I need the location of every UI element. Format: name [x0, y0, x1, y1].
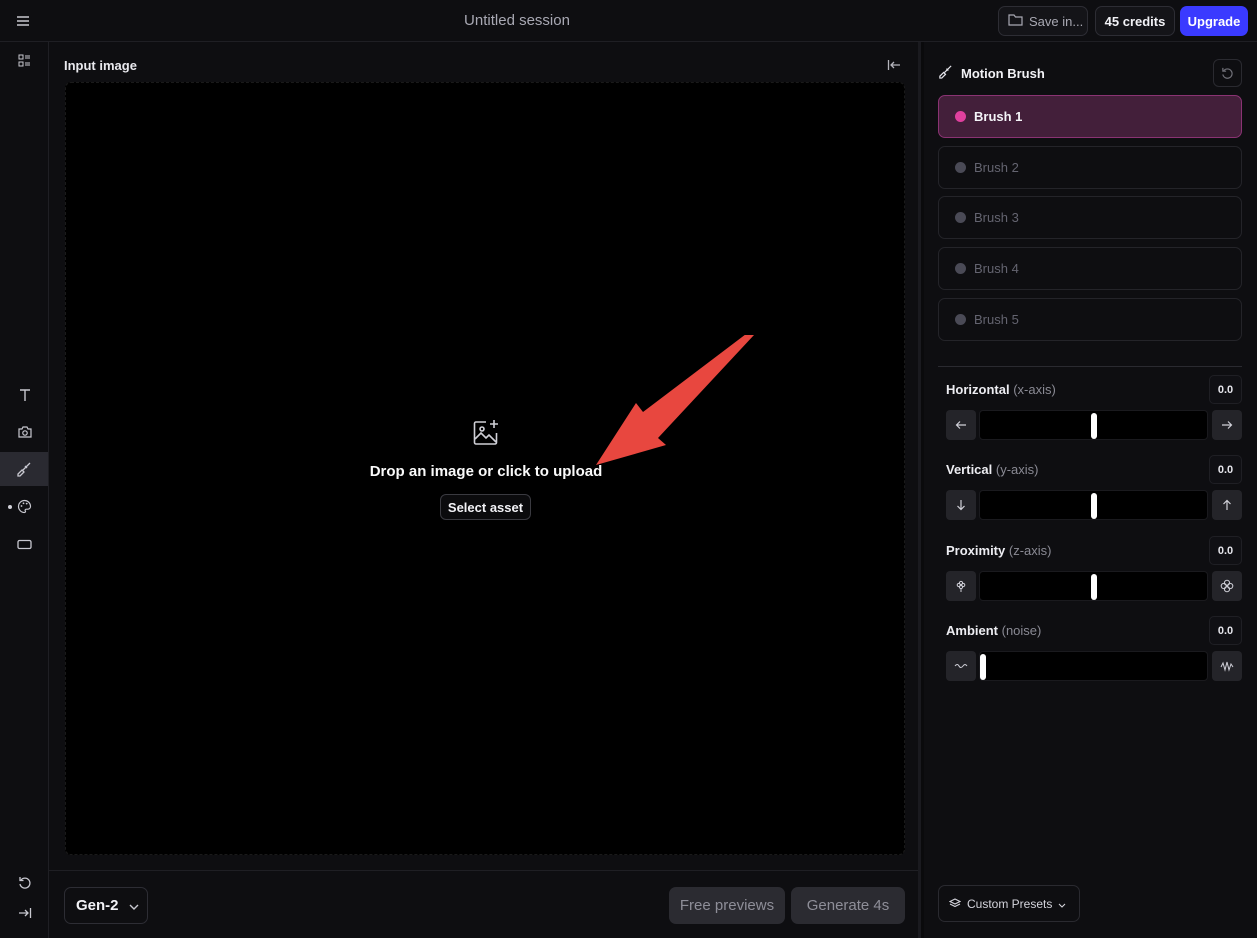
- brush-label: Brush 3: [974, 210, 1019, 225]
- bottom-bar: Gen-2 Free previews Generate 4s: [49, 870, 918, 938]
- image-dropzone[interactable]: Drop an image or click to upload Select …: [65, 82, 905, 855]
- expand-icon[interactable]: [12, 900, 37, 925]
- brush-label: Brush 4: [974, 261, 1019, 276]
- param-sub: (x-axis): [1013, 382, 1056, 397]
- divider: [938, 366, 1242, 367]
- brush-color-dot: [955, 162, 966, 173]
- param-name: Ambient: [946, 623, 998, 638]
- slider-thumb[interactable]: [980, 654, 986, 680]
- param-name: Horizontal: [946, 382, 1010, 397]
- custom-presets-button[interactable]: Custom Presets: [938, 885, 1080, 922]
- horizontal-label: Horizontal (x-axis): [946, 382, 1056, 397]
- app-root: Untitled session Save in... 45 credits U…: [0, 0, 1257, 938]
- horizontal-slider[interactable]: [979, 410, 1208, 440]
- motion-brush-title: Motion Brush: [961, 65, 1045, 81]
- proximity-slider[interactable]: [979, 571, 1208, 601]
- brush-item-4[interactable]: Brush 4: [938, 247, 1242, 290]
- brush-label: Brush 5: [974, 312, 1019, 327]
- ambient-slider[interactable]: [979, 651, 1208, 681]
- motion-brush-panel: Motion Brush Brush 1 Brush 2 Brush 3 Bru…: [924, 42, 1257, 938]
- param-sub: (z-axis): [1008, 543, 1052, 558]
- credits-badge[interactable]: 45 credits: [1095, 6, 1175, 36]
- arrow-left-icon[interactable]: [946, 410, 976, 440]
- flower-large-icon[interactable]: [1212, 571, 1242, 601]
- input-image-label: Input image: [64, 58, 137, 73]
- upgrade-button[interactable]: Upgrade: [1180, 6, 1248, 36]
- vertical-label: Vertical (y-axis): [946, 462, 1039, 477]
- tool-rail: [0, 42, 49, 938]
- brush-item-1[interactable]: Brush 1: [938, 95, 1242, 138]
- save-in-button[interactable]: Save in...: [998, 6, 1088, 36]
- ambient-label: Ambient (noise): [946, 623, 1041, 638]
- main-panel: Input image Drop an image or click to up…: [49, 42, 921, 938]
- wave-low-icon[interactable]: [946, 651, 976, 681]
- param-name: Proximity: [946, 543, 1006, 558]
- flower-small-icon[interactable]: [946, 571, 976, 601]
- slider-thumb[interactable]: [1091, 413, 1097, 439]
- generate-button[interactable]: Generate 4s: [791, 887, 905, 924]
- top-bar: Untitled session Save in... 45 credits U…: [0, 0, 1257, 42]
- undo-icon[interactable]: [12, 870, 37, 895]
- brush-item-2[interactable]: Brush 2: [938, 146, 1242, 189]
- chevron-down-icon: [129, 897, 139, 914]
- brush-icon[interactable]: [0, 452, 48, 486]
- wave-high-icon[interactable]: [1212, 651, 1242, 681]
- camera-icon[interactable]: [12, 419, 37, 444]
- param-name: Vertical: [946, 462, 993, 477]
- image-add-icon: [471, 418, 501, 448]
- brush-item-5[interactable]: Brush 5: [938, 298, 1242, 341]
- collapse-icon[interactable]: [885, 56, 903, 74]
- brush-color-dot: [955, 111, 966, 122]
- slider-thumb[interactable]: [1091, 493, 1097, 519]
- brush-label: Brush 1: [974, 109, 1023, 124]
- model-label: Gen-2: [76, 897, 119, 914]
- horizontal-value[interactable]: 0.0: [1209, 375, 1242, 404]
- brush-icon: [938, 64, 953, 82]
- param-sub: (y-axis): [995, 462, 1039, 477]
- layers-icon: [948, 897, 962, 911]
- custom-presets-label: Custom Presets: [967, 896, 1053, 911]
- motion-brush-header: Motion Brush: [938, 64, 1045, 82]
- select-asset-button[interactable]: Select asset: [440, 494, 531, 520]
- brush-label: Brush 2: [974, 160, 1019, 175]
- free-previews-button[interactable]: Free previews: [669, 887, 785, 924]
- brush-color-dot: [955, 314, 966, 325]
- rectangle-icon[interactable]: [12, 532, 37, 557]
- session-title[interactable]: Untitled session: [0, 12, 1034, 29]
- ambient-value[interactable]: 0.0: [1209, 616, 1242, 645]
- vertical-slider[interactable]: [979, 490, 1208, 520]
- save-in-label: Save in...: [1029, 13, 1084, 29]
- proximity-label: Proximity (z-axis): [946, 543, 1051, 558]
- arrow-down-icon[interactable]: [946, 490, 976, 520]
- brush-color-dot: [955, 212, 966, 223]
- folder-icon: [1008, 13, 1023, 29]
- palette-icon[interactable]: [12, 494, 37, 519]
- layout-icon[interactable]: [12, 48, 37, 73]
- arrow-up-icon[interactable]: [1212, 490, 1242, 520]
- brush-item-3[interactable]: Brush 3: [938, 196, 1242, 239]
- model-selector[interactable]: Gen-2: [64, 887, 148, 924]
- reset-icon[interactable]: [1213, 59, 1242, 87]
- vertical-value[interactable]: 0.0: [1209, 455, 1242, 484]
- text-icon[interactable]: [12, 382, 37, 407]
- slider-thumb[interactable]: [1091, 574, 1097, 600]
- param-sub: (noise): [1001, 623, 1042, 638]
- brush-color-dot: [955, 263, 966, 274]
- proximity-value[interactable]: 0.0: [1209, 536, 1242, 565]
- annotation-arrow: [596, 335, 754, 465]
- arrow-right-icon[interactable]: [1212, 410, 1242, 440]
- chevron-down-icon: [1058, 897, 1066, 911]
